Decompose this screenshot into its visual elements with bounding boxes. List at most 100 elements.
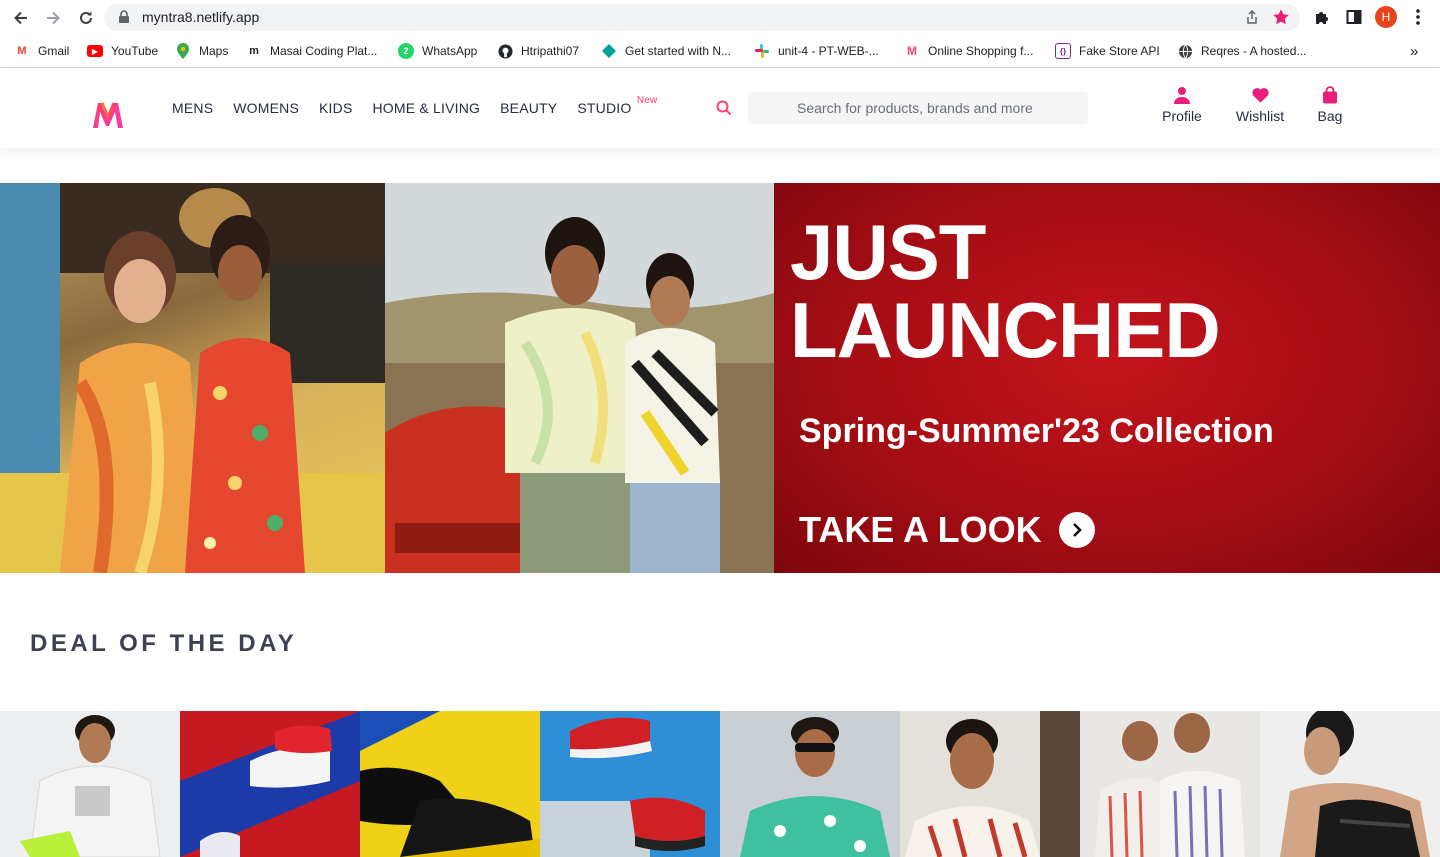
- take-a-look-button[interactable]: TAKE A LOOK: [799, 509, 1095, 551]
- forward-button[interactable]: [40, 5, 66, 31]
- bag-link[interactable]: Bag: [1314, 86, 1346, 124]
- myntra-logo-icon: [93, 102, 123, 128]
- deal-card[interactable]: [180, 711, 360, 857]
- fakestore-icon: {}: [1055, 43, 1071, 59]
- banner-headline-line2: LAUNCHED: [790, 286, 1221, 374]
- reload-button[interactable]: [73, 5, 99, 31]
- bookmark-label: Masai Coding Plat...: [270, 44, 378, 58]
- wishlist-link[interactable]: Wishlist: [1234, 86, 1286, 124]
- deal-of-the-day-heading: DEAL OF THE DAY: [30, 630, 298, 657]
- bookmark-label: YouTube: [111, 44, 159, 58]
- deal-card[interactable]: [360, 711, 540, 857]
- heart-icon: [1251, 88, 1269, 103]
- deal-card[interactable]: [720, 711, 900, 857]
- bookmark-whatsapp[interactable]: 2 WhatsApp: [398, 42, 477, 60]
- chevron-right-icon: [1058, 512, 1095, 548]
- myntra-logo[interactable]: [80, 88, 136, 142]
- banner-photo-men: [385, 183, 774, 573]
- deal-card[interactable]: [540, 711, 720, 857]
- deal-image-5: [720, 711, 900, 857]
- bookmark-label: unit-4 - PT-WEB-...: [778, 44, 879, 58]
- banner-image-women: [0, 183, 385, 573]
- more-bookmarks-button[interactable]: »: [1410, 42, 1418, 60]
- bookmark-label: Get started with N...: [625, 44, 732, 58]
- bookmark-reqres[interactable]: Reqres - A hosted...: [1177, 42, 1306, 60]
- banner-headline-line1: JUST: [790, 208, 986, 296]
- bookmark-fake-store[interactable]: {} Fake Store API: [1055, 42, 1160, 60]
- bookmark-maps[interactable]: Maps: [175, 42, 228, 60]
- deal-image-4: [540, 711, 720, 857]
- nav-mens[interactable]: MENS: [172, 100, 213, 116]
- globe-icon: [1177, 43, 1193, 59]
- bookmark-star-icon[interactable]: [1272, 8, 1290, 26]
- deal-image-2: [180, 711, 360, 857]
- deal-image-8: [1260, 711, 1440, 857]
- bookmark-online-shopping[interactable]: M Online Shopping f...: [904, 42, 1033, 60]
- banner-image-men: [385, 183, 774, 573]
- browser-chrome: myntra8.netlify.app H M Gmail ▶ YouTube Ma…: [0, 0, 1440, 68]
- address-bar[interactable]: myntra8.netlify.app: [104, 4, 1300, 31]
- deal-card[interactable]: [0, 711, 180, 857]
- bookmark-unit4[interactable]: unit-4 - PT-WEB-...: [754, 42, 879, 60]
- search-input[interactable]: [748, 92, 1088, 124]
- side-panel-icon: [1346, 10, 1362, 24]
- lock-icon: [119, 10, 129, 23]
- bookmark-label: Reqres - A hosted...: [1201, 44, 1307, 58]
- bookmark-youtube[interactable]: ▶ YouTube: [87, 42, 158, 60]
- profile-link[interactable]: Profile: [1160, 86, 1204, 124]
- nav-womens[interactable]: WOMENS: [233, 100, 299, 116]
- bag-label: Bag: [1317, 108, 1343, 124]
- menu-button[interactable]: [1406, 5, 1430, 29]
- site-header: MENS WOMENS KIDS HOME & LIVING BEAUTY ST…: [0, 68, 1440, 148]
- user-icon: [1174, 87, 1190, 104]
- hero-banner[interactable]: JUST LAUNCHED Spring-Summer'23 Collectio…: [0, 183, 1440, 573]
- deal-image-3: [360, 711, 540, 857]
- bookmark-masai[interactable]: m Masai Coding Plat...: [246, 42, 377, 60]
- search-icon[interactable]: [716, 100, 732, 116]
- nav-studio[interactable]: STUDIO New: [577, 95, 657, 116]
- github-icon: [497, 43, 513, 59]
- deal-card[interactable]: [1080, 711, 1260, 857]
- bag-icon: [1323, 86, 1337, 104]
- nav-studio-label: STUDIO: [577, 100, 632, 116]
- side-panel-button[interactable]: [1342, 5, 1366, 29]
- banner-promo[interactable]: JUST LAUNCHED Spring-Summer'23 Collectio…: [774, 183, 1440, 573]
- slack-icon: [754, 43, 770, 59]
- bookmark-get-started[interactable]: Get started with N...: [601, 42, 731, 60]
- whatsapp-icon: 2: [398, 43, 414, 59]
- puzzle-icon: [1316, 12, 1328, 24]
- nav-home-living[interactable]: HOME & LIVING: [373, 100, 481, 116]
- extensions-button[interactable]: [1310, 5, 1334, 29]
- diamond-icon: [601, 43, 617, 59]
- banner-photo-women: [0, 183, 385, 573]
- bookmark-github[interactable]: Htripathi07: [497, 42, 579, 60]
- gmail-icon: M: [17, 45, 27, 57]
- bookmarks-bar: M Gmail ▶ YouTube Maps m Masai Coding Plat.…: [0, 38, 1440, 64]
- bookmark-label: Gmail: [38, 44, 70, 58]
- youtube-icon: ▶: [87, 45, 103, 57]
- reload-icon: [80, 11, 92, 24]
- back-button[interactable]: [8, 5, 34, 31]
- deal-card[interactable]: [1260, 711, 1440, 857]
- deal-image-6: [900, 711, 1080, 857]
- deal-card[interactable]: [900, 711, 1080, 857]
- kebab-menu-icon: [1416, 9, 1420, 25]
- arrow-left-icon: [14, 11, 27, 25]
- banner-headline: JUST LAUNCHED: [790, 208, 1221, 374]
- wishlist-label: Wishlist: [1235, 108, 1285, 124]
- deal-image-7: [1080, 711, 1260, 857]
- nav-beauty[interactable]: BEAUTY: [500, 100, 557, 116]
- maps-icon: [175, 43, 191, 59]
- url-text: myntra8.netlify.app: [142, 9, 260, 25]
- myntra-icon: M: [907, 44, 917, 58]
- share-icon[interactable]: [1244, 9, 1260, 25]
- deal-image-1: [0, 711, 180, 857]
- profile-avatar[interactable]: H: [1375, 6, 1397, 28]
- profile-label: Profile: [1162, 108, 1202, 124]
- nav-kids[interactable]: KIDS: [319, 100, 352, 116]
- bookmark-label: Online Shopping f...: [928, 44, 1034, 58]
- bookmark-label: WhatsApp: [422, 44, 478, 58]
- bookmark-label: Htripathi07: [521, 44, 580, 58]
- bookmark-gmail[interactable]: M Gmail: [14, 42, 69, 60]
- browser-toolbar: myntra8.netlify.app H: [0, 0, 1440, 35]
